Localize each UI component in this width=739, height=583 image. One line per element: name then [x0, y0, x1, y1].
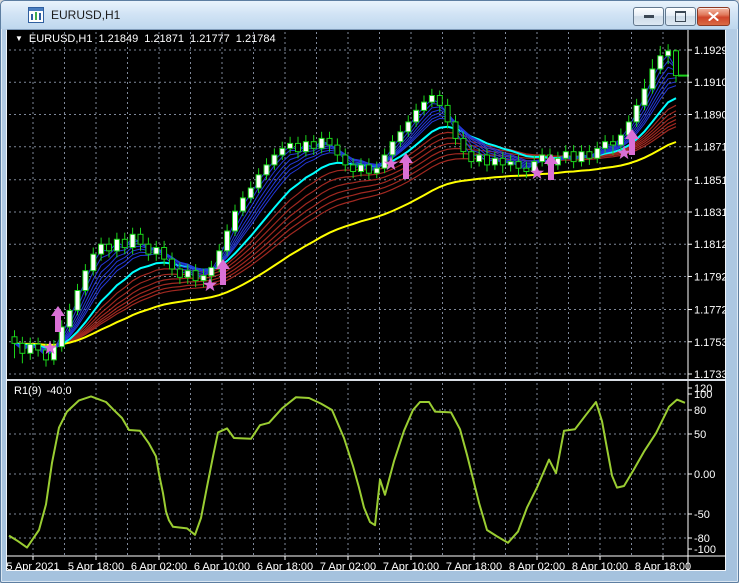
svg-text:1.17925: 1.17925 [694, 272, 726, 284]
restore-button[interactable] [665, 7, 696, 26]
app-chart-icon [28, 7, 44, 23]
ohlc-close: 1.21784 [235, 33, 276, 45]
ohlc-low: 1.21777 [190, 33, 230, 45]
svg-text:7 Apr 02:00: 7 Apr 02:00 [320, 561, 376, 571]
svg-text:1.17725: 1.17725 [694, 305, 726, 317]
svg-text:1.18905: 1.18905 [694, 110, 726, 122]
svg-text:1.18120: 1.18120 [694, 239, 726, 251]
indicator-label: R1(9) -40.0 [14, 385, 72, 397]
svg-text:-100: -100 [694, 544, 716, 556]
time-axis-labels: 5 Apr 2021 5 Apr 18:00 6 Apr 02:00 6 Apr 10… [7, 561, 691, 571]
minimize-icon [643, 15, 654, 18]
svg-text:1.19100: 1.19100 [694, 77, 726, 89]
svg-text:7 Apr 10:00: 7 Apr 10:00 [383, 561, 439, 571]
svg-text:5 Apr 2021: 5 Apr 2021 [7, 561, 60, 571]
ohlc-high: 1.21871 [144, 33, 185, 45]
chart-client-area: 1.19295 1.19100 1.18905 1.18710 1.18510 1.183… [6, 29, 726, 571]
close-button[interactable] [697, 7, 730, 26]
svg-text:6 Apr 10:00: 6 Apr 10:00 [194, 561, 250, 571]
svg-text:50: 50 [694, 429, 706, 441]
indicator-value: -40.0 [46, 385, 72, 397]
ohlc-open: 1.21849 [98, 33, 139, 45]
svg-text:6 Apr 18:00: 6 Apr 18:00 [257, 561, 313, 571]
last-price-dash [678, 74, 689, 77]
svg-text:-50: -50 [694, 509, 710, 521]
svg-text:1.18710: 1.18710 [694, 142, 726, 154]
svg-text:8 Apr 18:00: 8 Apr 18:00 [635, 561, 691, 571]
chart-symbol-period: EURUSD,H1 [28, 33, 93, 45]
svg-text:1.19295: 1.19295 [694, 45, 726, 57]
indicator-name: R1(9) [14, 385, 42, 397]
chart-canvas[interactable]: 1.19295 1.19100 1.18905 1.18710 1.18510 1.183… [7, 30, 726, 571]
svg-text:100: 100 [694, 389, 712, 401]
chart-dropdown-icon[interactable]: ▼ [15, 35, 23, 43]
restore-icon [675, 11, 686, 22]
minimize-button[interactable] [633, 7, 664, 26]
svg-text:8 Apr 02:00: 8 Apr 02:00 [509, 561, 565, 571]
svg-text:6 Apr 02:00: 6 Apr 02:00 [131, 561, 187, 571]
svg-text:1.17530: 1.17530 [694, 337, 726, 349]
svg-text:0.00: 0.00 [694, 469, 715, 481]
chart-window: EURUSD,H1 1.192951.191001.189051.187101.… [0, 0, 739, 583]
svg-text:80: 80 [694, 405, 706, 417]
chart-ohlc-header: ▼ EURUSD,H1 1.21849 1.21871 1.21777 1.21… [15, 33, 276, 45]
close-icon [708, 12, 719, 21]
svg-text:1.17335: 1.17335 [694, 369, 726, 381]
window-titlebar[interactable]: EURUSD,H1 [1, 1, 738, 29]
svg-text:8 Apr 10:00: 8 Apr 10:00 [572, 561, 628, 571]
svg-text:1.18510: 1.18510 [694, 175, 726, 187]
svg-text:5 Apr 18:00: 5 Apr 18:00 [68, 561, 124, 571]
window-title: EURUSD,H1 [51, 8, 121, 22]
svg-text:7 Apr 18:00: 7 Apr 18:00 [446, 561, 502, 571]
svg-text:1.18315: 1.18315 [694, 207, 726, 219]
